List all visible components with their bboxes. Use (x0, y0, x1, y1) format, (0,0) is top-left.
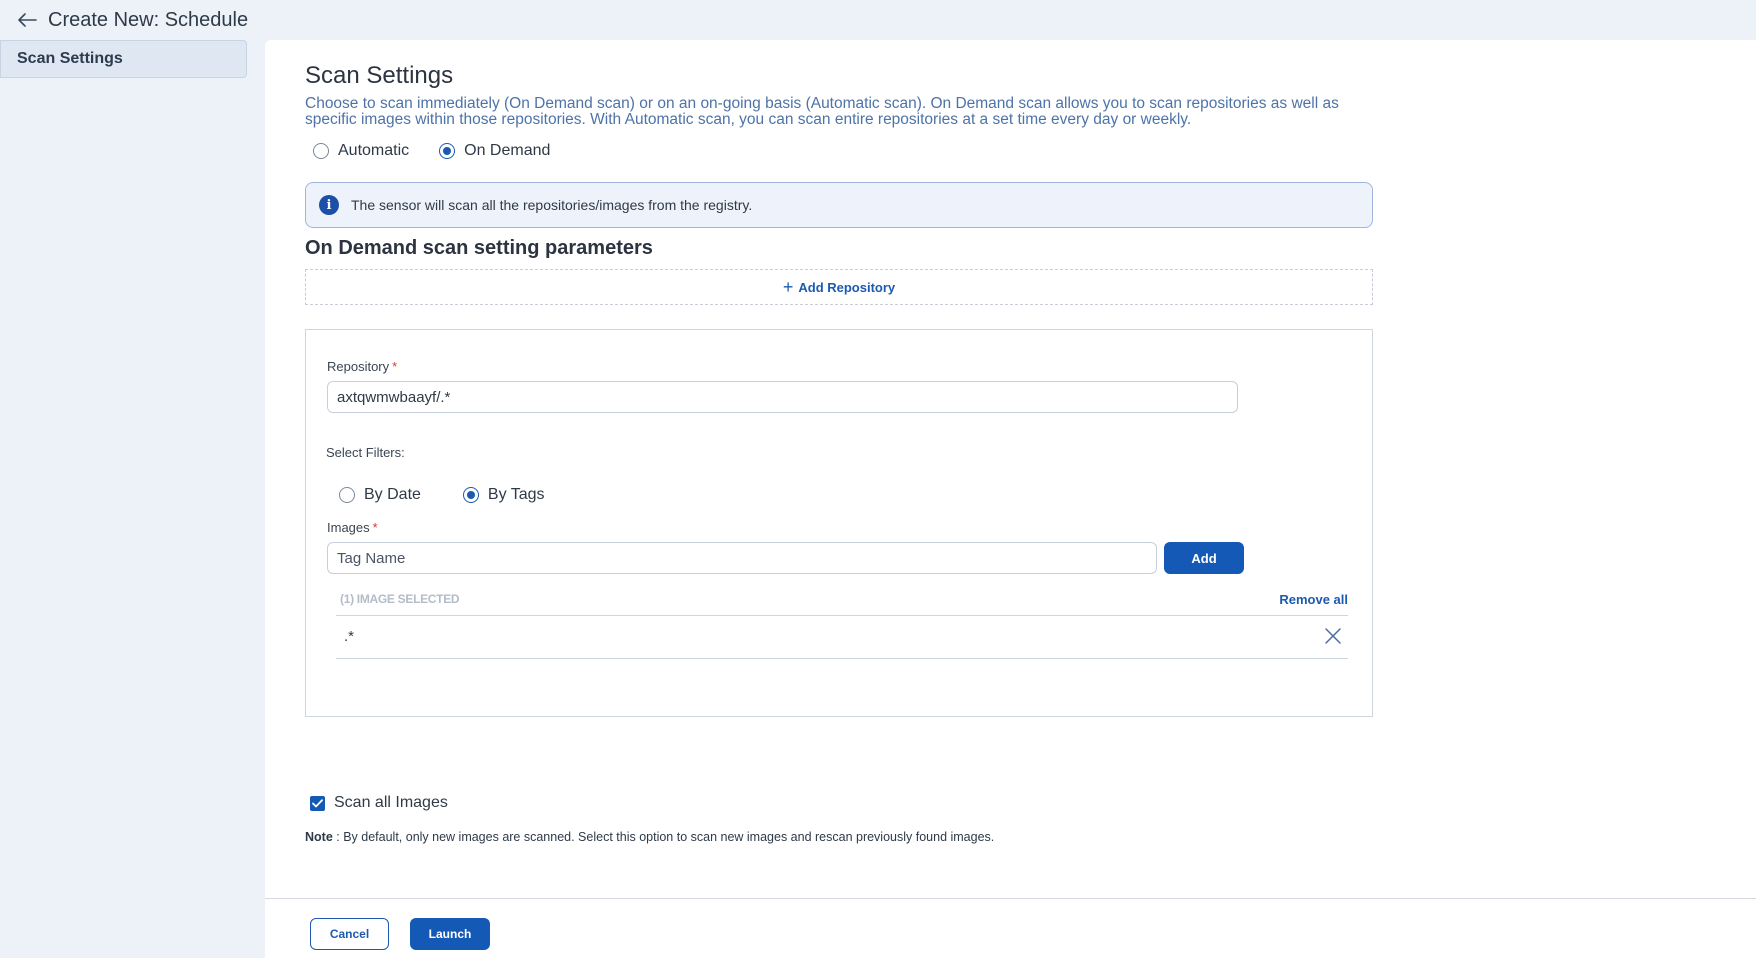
close-icon[interactable] (1324, 627, 1342, 645)
main-panel: Scan Settings Choose to scan immediately… (265, 40, 1756, 958)
radio-by-date[interactable]: By Date (339, 486, 421, 504)
scan-all-images-checkbox[interactable]: Scan all Images (310, 794, 448, 812)
checkbox-checked[interactable] (310, 795, 325, 811)
scan-settings-section: Scan Settings Choose to scan immediately… (305, 62, 1373, 717)
radio-circle[interactable] (462, 487, 479, 503)
sidebar: Scan Settings (0, 40, 248, 78)
note-text: : By default, only new images are scanne… (332, 830, 995, 844)
repository-label: Repository * (327, 359, 397, 374)
page-title: Create New: Schedule (48, 8, 249, 31)
images-label-text: Images (327, 520, 370, 535)
launch-button[interactable]: Launch (410, 918, 490, 950)
radio-label: By Date (364, 486, 421, 503)
scan-all-label: Scan all Images (334, 794, 448, 811)
images-label: Images * (327, 520, 378, 535)
arrow-left-icon[interactable] (16, 12, 38, 28)
info-text: The sensor will scan all the repositorie… (351, 197, 753, 213)
selected-count: (1) IMAGE SELECTED (340, 592, 460, 606)
selected-images-header: (1) IMAGE SELECTED Remove all (336, 592, 1348, 616)
section-title: Scan Settings (305, 62, 454, 89)
required-mark: * (372, 520, 378, 535)
radio-circle[interactable] (313, 143, 329, 159)
note-label: Note (305, 830, 333, 844)
sidebar-item-label: Scan Settings (17, 50, 123, 67)
radio-label: By Tags (487, 486, 545, 503)
radio-by-tags[interactable]: By Tags (462, 486, 545, 504)
radio-label: Automatic (338, 142, 410, 159)
radio-circle[interactable] (439, 143, 456, 159)
add-repository-button[interactable]: + Add Repository (305, 269, 1373, 305)
info-icon: i (319, 195, 339, 215)
selected-image-value: .* (344, 628, 355, 645)
filter-radio-group: By Date By Tags (339, 486, 587, 504)
radio-circle[interactable] (339, 487, 355, 503)
radio-label: On Demand (464, 142, 551, 159)
tag-name-input[interactable]: Tag Name (327, 542, 1157, 574)
radio-automatic[interactable]: Automatic (313, 142, 409, 160)
repository-value: axtqwmwbaayf/.* (337, 388, 451, 406)
scan-mode-radio-group: Automatic On Demand (313, 140, 1373, 162)
top-bar: Create New: Schedule (0, 0, 1756, 40)
required-mark: * (392, 359, 398, 374)
tag-name-placeholder: Tag Name (337, 549, 406, 567)
remove-all-link[interactable]: Remove all (1279, 592, 1348, 607)
info-banner: i The sensor will scan all the repositor… (305, 182, 1373, 228)
footer-divider (265, 898, 1756, 899)
params-title: On Demand scan setting parameters (305, 237, 653, 259)
add-tag-button[interactable]: Add (1164, 542, 1244, 574)
add-repository-label: Add Repository (798, 279, 896, 295)
repository-label-text: Repository (327, 359, 390, 374)
scan-note: Note : By default, only new images are s… (305, 830, 994, 844)
sidebar-item-scan-settings[interactable]: Scan Settings (0, 40, 247, 78)
section-description: Choose to scan immediately (On Demand sc… (305, 95, 1339, 128)
repository-card: Repository * axtqwmwbaayf/.* Select Filte… (305, 329, 1373, 717)
plus-icon: + (782, 277, 794, 297)
radio-on-demand[interactable]: On Demand (439, 142, 550, 160)
select-filters-label: Select Filters: (326, 445, 405, 460)
repository-input[interactable]: axtqwmwbaayf/.* (327, 381, 1238, 413)
table-row: .* (336, 616, 1348, 659)
cancel-button[interactable]: Cancel (310, 918, 389, 950)
